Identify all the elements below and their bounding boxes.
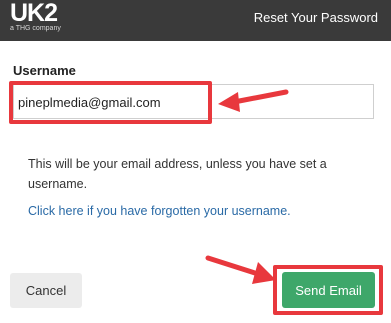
logo-text: UK2 [10, 0, 58, 27]
send-email-button[interactable]: Send Email [282, 272, 375, 308]
dialog-title: Reset Your Password [253, 10, 378, 25]
uk2-logo: UK2 a THG company [10, 1, 61, 33]
cancel-button[interactable]: Cancel [10, 273, 82, 308]
help-text: This will be your email address, unless … [28, 157, 327, 191]
forgot-username-link[interactable]: Click here if you have forgotten your us… [28, 204, 291, 218]
arrow-down-right-annotation-icon [205, 255, 276, 284]
arrow-left-annotation-icon [218, 89, 289, 112]
input-highlight-annotation [9, 81, 212, 124]
username-label: Username [13, 63, 76, 78]
logo-subtext: a THG company [10, 25, 61, 32]
header-bar: UK2 a THG company Reset Your Password [0, 0, 391, 41]
